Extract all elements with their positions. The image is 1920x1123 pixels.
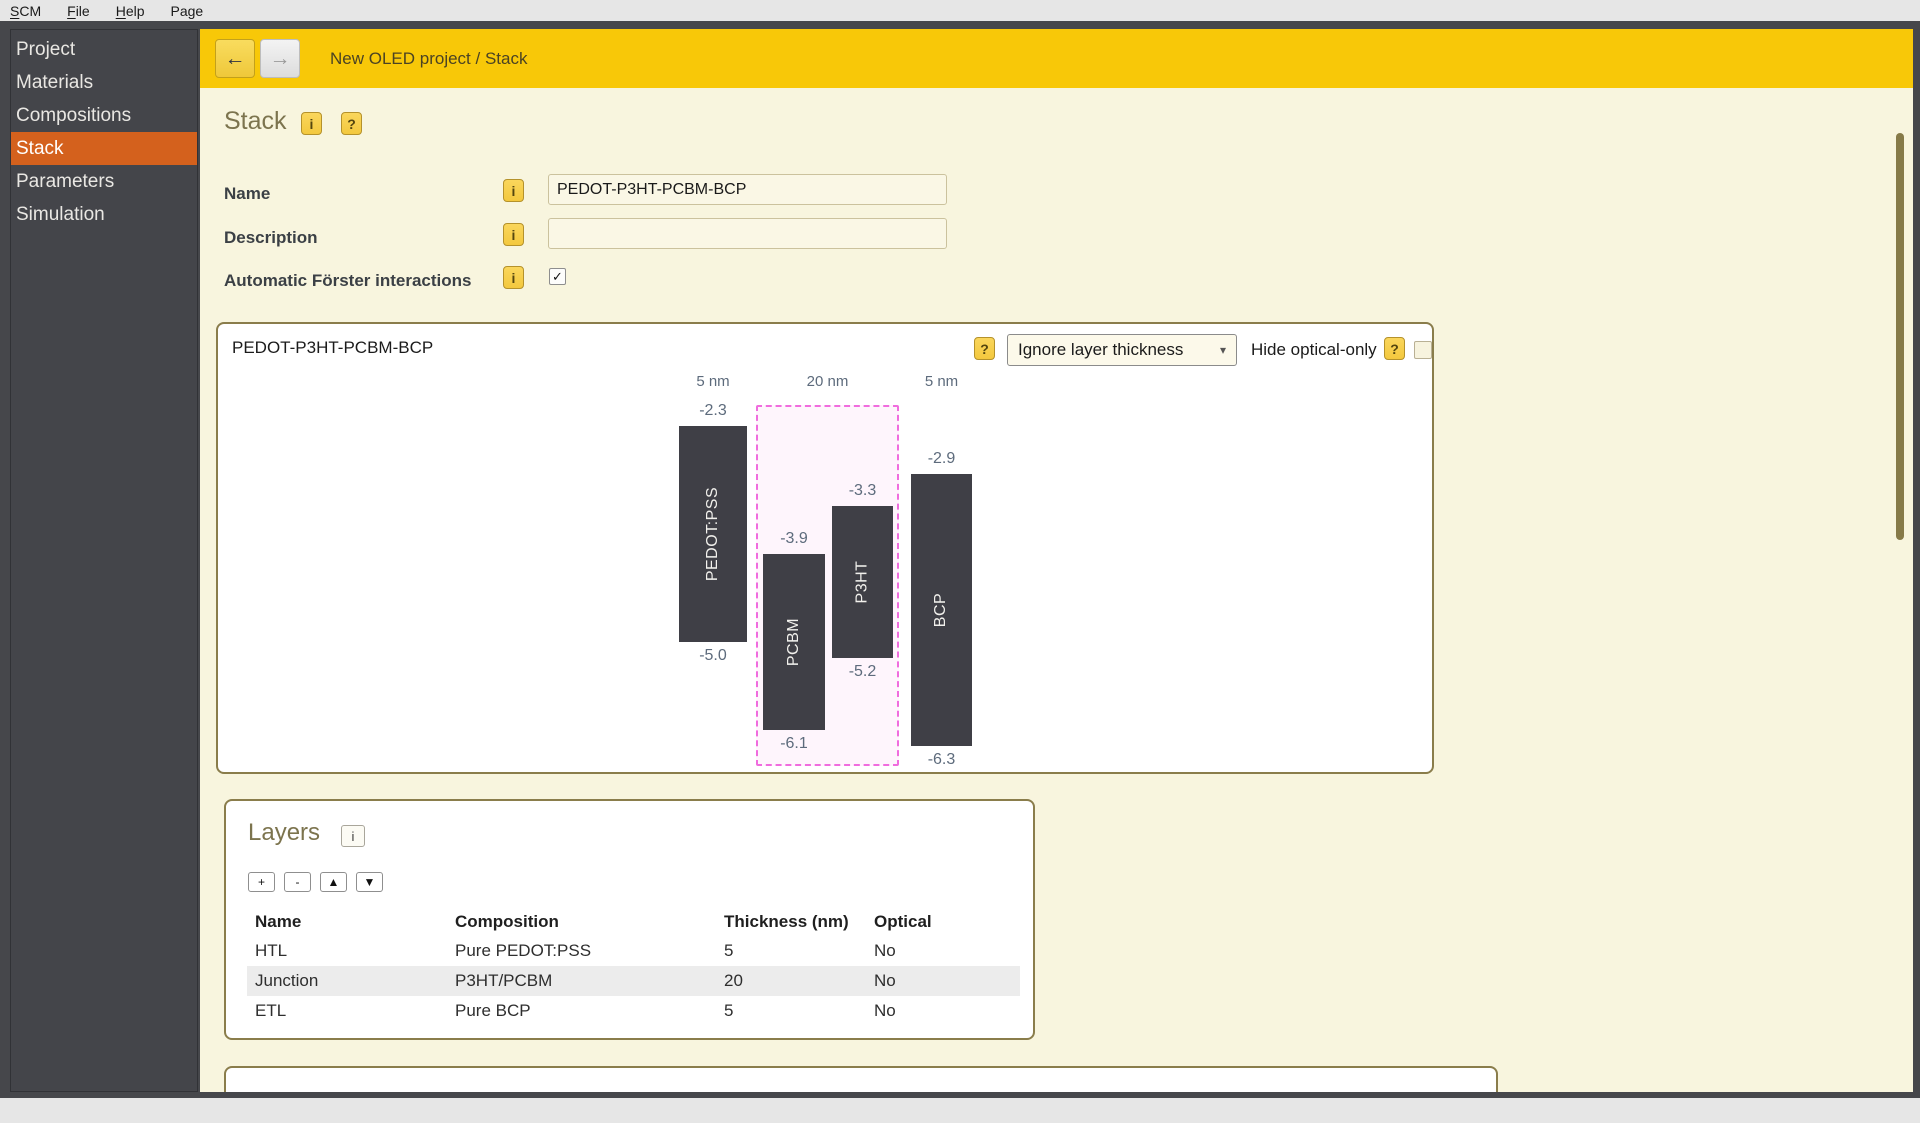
- sidebar-item-stack[interactable]: Stack: [11, 132, 197, 165]
- info-icon: i: [512, 270, 516, 286]
- layer-name-label: PCBM: [785, 618, 803, 666]
- energy-bar-pcbm[interactable]: PCBM: [763, 554, 825, 730]
- energy-top-label-bcp: -2.9: [891, 450, 992, 468]
- layers-info-button[interactable]: i: [341, 825, 365, 847]
- forward-arrow-icon: →: [270, 47, 291, 71]
- energy-level-diagram: 5 nm 20 nm 5 nm PEDOT:PSS -2.3 -5.0 PCBM -3.9 -6…: [218, 324, 1432, 772]
- cell-optical: No: [866, 971, 1020, 991]
- energy-top-label-pedot-pss: -2.3: [659, 402, 767, 420]
- plus-icon: +: [258, 875, 265, 889]
- sidebar-item-compositions[interactable]: Compositions: [11, 99, 197, 132]
- add-layer-button[interactable]: +: [248, 872, 275, 892]
- info-icon: i: [512, 183, 516, 199]
- name-info-button[interactable]: i: [503, 179, 524, 202]
- cell-name: Junction: [247, 971, 447, 991]
- cell-name: ETL: [247, 1001, 447, 1021]
- sidebar-item-materials[interactable]: Materials: [11, 66, 197, 99]
- layer-name-label: P3HT: [854, 561, 872, 604]
- info-icon: i: [310, 116, 314, 132]
- vertical-scrollbar-thumb[interactable]: [1896, 133, 1904, 540]
- page-title: Stack: [224, 107, 287, 136]
- breadcrumb: New OLED project / Stack: [330, 29, 527, 88]
- table-row-etl[interactable]: ETL Pure BCP 5 No: [247, 996, 1020, 1026]
- cell-thickness: 20: [716, 971, 866, 991]
- name-label: Name: [224, 184, 270, 204]
- thickness-label: 5 nm: [668, 373, 758, 391]
- status-bar: [0, 1098, 1920, 1123]
- cell-composition: Pure PEDOT:PSS: [447, 941, 716, 961]
- breadcrumb-bar: ← → New OLED project / Stack: [200, 29, 1913, 88]
- energy-top-label-pcbm: -3.9: [743, 530, 845, 548]
- sidebar-item-parameters[interactable]: Parameters: [11, 165, 197, 198]
- description-input[interactable]: [548, 218, 947, 249]
- cell-thickness: 5: [716, 941, 866, 961]
- triangle-up-icon: ▲: [328, 875, 340, 889]
- forward-button[interactable]: →: [260, 39, 300, 78]
- menu-scm[interactable]: SCM: [10, 3, 41, 19]
- minus-icon: -: [296, 875, 300, 889]
- energy-bar-p3ht[interactable]: P3HT: [832, 506, 893, 658]
- stack-info-button[interactable]: i: [301, 112, 322, 135]
- name-input[interactable]: [548, 174, 947, 205]
- layers-title: Layers: [248, 819, 320, 847]
- stack-help-button[interactable]: ?: [341, 112, 362, 135]
- col-header-composition: Composition: [447, 912, 716, 932]
- description-info-button[interactable]: i: [503, 223, 524, 246]
- info-icon: i: [352, 829, 355, 844]
- cell-optical: No: [866, 1001, 1020, 1021]
- layer-name-label: BCP: [933, 593, 951, 627]
- energy-bottom-label-p3ht: -5.2: [812, 663, 913, 681]
- menu-file[interactable]: File: [67, 3, 90, 19]
- forster-checkbox[interactable]: ✓: [549, 268, 566, 285]
- sidebar-item-simulation[interactable]: Simulation: [11, 198, 197, 231]
- cell-thickness: 5: [716, 1001, 866, 1021]
- next-section-panel: [224, 1066, 1498, 1092]
- application-window: SCM File Help Page Project Materials Com…: [0, 0, 1920, 1123]
- check-icon: ✓: [552, 269, 563, 285]
- energy-bar-bcp[interactable]: BCP: [911, 474, 972, 746]
- energy-bottom-label-pedot-pss: -5.0: [659, 647, 767, 665]
- energy-bottom-label-pcbm: -6.1: [743, 735, 845, 753]
- main-content: Stack i ? Name i Description i Automatic…: [200, 88, 1913, 1092]
- forster-label: Automatic Förster interactions: [224, 271, 472, 291]
- back-arrow-icon: ←: [225, 47, 246, 71]
- layers-panel: Layers i + - ▲ ▼ Name Composition Thickn…: [224, 799, 1035, 1040]
- cell-composition: Pure BCP: [447, 1001, 716, 1021]
- table-row-htl[interactable]: HTL Pure PEDOT:PSS 5 No: [247, 936, 1020, 966]
- thickness-label: 20 nm: [783, 373, 873, 391]
- sidebar-item-project[interactable]: Project: [11, 33, 197, 66]
- cell-name: HTL: [247, 941, 447, 961]
- col-header-thickness: Thickness (nm): [716, 912, 866, 932]
- triangle-down-icon: ▼: [364, 875, 376, 889]
- info-icon: i: [512, 227, 516, 243]
- energy-top-label-p3ht: -3.3: [812, 482, 913, 500]
- menu-help[interactable]: Help: [116, 3, 145, 19]
- layer-name-label: PEDOT:PSS: [704, 487, 722, 581]
- back-button[interactable]: ←: [215, 39, 255, 78]
- cell-composition: P3HT/PCBM: [447, 971, 716, 991]
- energy-bar-pedot-pss[interactable]: PEDOT:PSS: [679, 426, 747, 642]
- remove-layer-button[interactable]: -: [284, 872, 311, 892]
- energy-bottom-label-bcp: -6.3: [891, 751, 992, 769]
- move-layer-down-button[interactable]: ▼: [356, 872, 383, 892]
- sidebar-nav: Project Materials Compositions Stack Par…: [10, 29, 198, 1092]
- menu-bar: SCM File Help Page: [0, 0, 1920, 21]
- table-row-junction[interactable]: Junction P3HT/PCBM 20 No: [247, 966, 1020, 996]
- col-header-optical: Optical: [866, 912, 1020, 932]
- thickness-label: 5 nm: [897, 373, 987, 391]
- move-layer-up-button[interactable]: ▲: [320, 872, 347, 892]
- layers-table: Name Composition Thickness (nm) Optical …: [247, 908, 1020, 1026]
- description-label: Description: [224, 228, 318, 248]
- cell-optical: No: [866, 941, 1020, 961]
- menu-page[interactable]: Page: [171, 3, 204, 19]
- stack-diagram-panel: PEDOT-P3HT-PCBM-BCP ? Ignore layer thick…: [216, 322, 1434, 774]
- forster-info-button[interactable]: i: [503, 266, 524, 289]
- help-icon: ?: [347, 116, 356, 132]
- layers-table-header: Name Composition Thickness (nm) Optical: [247, 908, 1020, 936]
- col-header-name: Name: [247, 912, 447, 932]
